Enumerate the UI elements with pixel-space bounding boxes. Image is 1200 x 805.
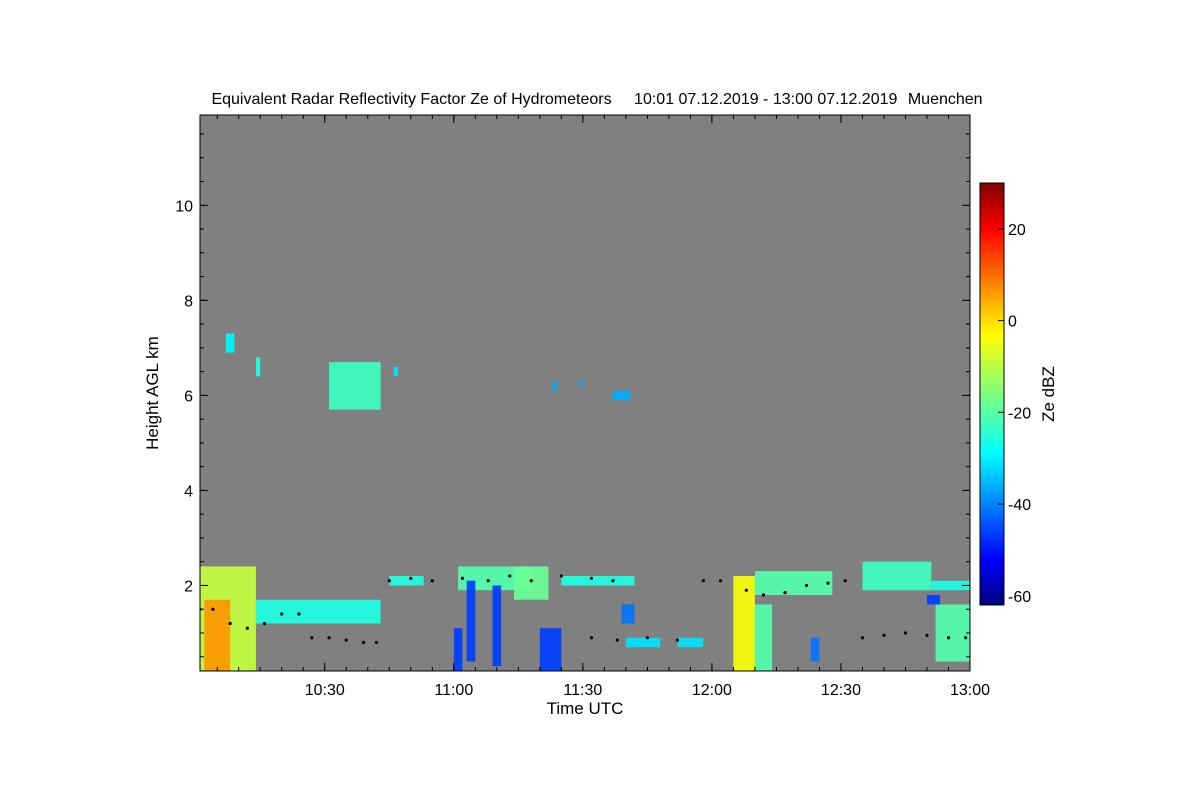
reflectivity-echo — [255, 357, 261, 377]
cloud-base-point — [946, 636, 951, 640]
cloud-base-point — [860, 636, 865, 640]
colorbar-tick-label: -20 — [1008, 405, 1031, 422]
x-tick-label: 11:00 — [434, 682, 473, 699]
cloud-base-point — [327, 636, 331, 640]
y-tick-label: 4 — [184, 483, 193, 500]
reflectivity-echo — [225, 333, 235, 353]
reflectivity-echo — [466, 580, 476, 662]
colorbar-label: Ze dBZ — [1039, 366, 1058, 422]
y-tick-label: 8 — [184, 293, 193, 310]
reflectivity-echo — [561, 575, 635, 586]
title-text: Equivalent Radar Reflectivity Factor Ze … — [211, 91, 611, 108]
reflectivity-echo — [514, 566, 549, 600]
cloud-base-point — [804, 583, 809, 588]
reflectivity-echo — [621, 604, 635, 624]
cloud-base-point — [589, 636, 594, 640]
cloud-base-point — [701, 579, 705, 583]
x-tick-label: 12:30 — [821, 682, 861, 699]
cloud-base-point — [826, 581, 830, 585]
reflectivity-echo — [255, 599, 381, 624]
cloud-base-point — [374, 640, 378, 645]
reflectivity-echo — [625, 637, 661, 648]
cloud-base-point — [387, 579, 391, 583]
reflectivity-echo — [453, 628, 463, 671]
cloud-base-point — [245, 626, 249, 630]
reflectivity-echo — [677, 637, 704, 648]
x-tick-label: 13:00 — [950, 682, 990, 699]
cloud-base-point — [843, 579, 847, 583]
cloud-base-point — [559, 574, 563, 578]
cloud-base-point — [529, 579, 533, 583]
title-period: 10:01 07.12.2019 - 13:00 07.12.2019 — [634, 91, 897, 108]
colorbar-tick-label: 0 — [1008, 314, 1017, 331]
cloud-base-point — [228, 621, 232, 626]
chart-title: Equivalent Radar Reflectivity Factor Ze … — [211, 91, 982, 108]
reflectivity-echo — [578, 381, 583, 386]
cloud-base-point — [761, 593, 766, 597]
cloud-base-point — [611, 579, 615, 583]
cloud-base-point — [211, 607, 215, 611]
y-tick-label: 6 — [184, 388, 193, 405]
cloud-base-point — [645, 636, 649, 640]
cloud-base-point — [430, 579, 434, 583]
cloud-base-point — [310, 636, 314, 640]
x-axis-label: Time UTC — [547, 699, 624, 718]
reflectivity-echo — [810, 637, 820, 662]
cloud-base-point — [361, 640, 366, 645]
cloud-base-point — [744, 588, 748, 592]
x-tick-label: 10:30 — [305, 682, 345, 699]
reflectivity-echo — [204, 599, 231, 671]
cloud-base-point — [486, 579, 490, 583]
plot-background — [200, 115, 970, 671]
colorbar-tick-label: 20 — [1008, 222, 1026, 239]
title-location: Muenchen — [908, 91, 983, 108]
colorbar-tick-label: -60 — [1008, 589, 1031, 606]
reflectivity-echo — [492, 585, 502, 667]
cloud-base-point — [508, 574, 512, 578]
reflectivity-echo — [754, 604, 773, 671]
cloud-base-point — [460, 576, 465, 580]
reflectivity-echo — [862, 561, 932, 591]
radar-reflectivity-chart: Equivalent Radar Reflectivity Factor Ze … — [143, 91, 1058, 718]
reflectivity-echo — [754, 571, 833, 595]
reflectivity-echo — [329, 362, 381, 410]
cloud-base-point — [409, 576, 413, 580]
cloud-base-point — [903, 631, 908, 635]
colorbar — [979, 182, 1005, 606]
colorbar-tick-label: -40 — [1008, 497, 1031, 514]
reflectivity-echo — [935, 604, 970, 662]
y-tick-label: 10 — [175, 198, 193, 215]
cloud-base-point — [925, 633, 929, 637]
cloud-base-point — [783, 590, 787, 595]
reflectivity-echo — [389, 575, 424, 586]
y-tick-label: 2 — [184, 578, 193, 595]
cloud-base-point — [589, 576, 594, 580]
cloud-base-point — [718, 579, 723, 583]
cloud-base-point — [262, 621, 267, 626]
chart-figure: Equivalent Radar Reflectivity Factor Ze … — [0, 0, 1200, 800]
cloud-base-point — [882, 633, 886, 637]
cloud-base-point — [675, 638, 680, 642]
x-tick-label: 12:00 — [692, 682, 732, 699]
reflectivity-echo — [552, 381, 558, 391]
cloud-base-point — [344, 638, 348, 642]
cloud-base-point — [297, 612, 301, 616]
reflectivity-echo — [926, 594, 940, 605]
y-axis-label: Height AGL km — [143, 336, 162, 450]
reflectivity-echo — [733, 575, 755, 671]
cloud-base-point — [615, 638, 619, 642]
reflectivity-echo — [612, 390, 631, 401]
reflectivity-echo — [393, 366, 398, 377]
x-tick-label: 11:30 — [563, 682, 602, 699]
cloud-base-point — [964, 636, 968, 640]
reflectivity-echo — [539, 628, 562, 671]
cloud-base-point — [280, 612, 284, 616]
